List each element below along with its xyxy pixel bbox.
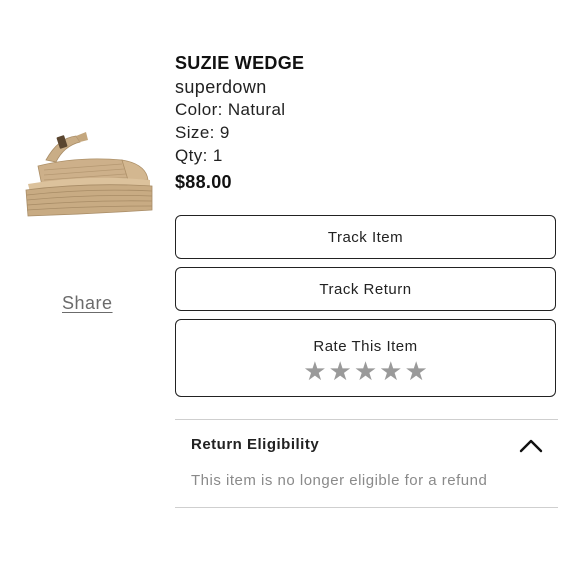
product-qty: Qty: 1 bbox=[175, 146, 223, 165]
star-rating: ★ ★ ★ ★ ★ bbox=[176, 357, 555, 385]
wedge-sandal-image bbox=[25, 132, 153, 217]
star-icon-3[interactable]: ★ bbox=[354, 357, 377, 385]
order-item-page: Share SUZIE WEDGE superdown Color: Natur… bbox=[0, 0, 580, 580]
return-eligibility-title[interactable]: Return Eligibility bbox=[191, 436, 319, 453]
star-icon-4[interactable]: ★ bbox=[379, 357, 402, 385]
star-icon-2[interactable]: ★ bbox=[329, 357, 352, 385]
track-item-button[interactable]: Track Item bbox=[175, 215, 556, 259]
section-divider bbox=[175, 507, 558, 508]
return-eligibility-message: This item is no longer eligible for a re… bbox=[191, 472, 488, 489]
product-color: Color: Natural bbox=[175, 100, 286, 119]
chevron-up-icon[interactable] bbox=[518, 436, 544, 456]
product-info: SUZIE WEDGE superdown Color: Natural Siz… bbox=[175, 52, 560, 193]
section-divider bbox=[175, 419, 558, 420]
star-icon-1[interactable]: ★ bbox=[303, 357, 326, 385]
rate-item-label: Rate This Item bbox=[313, 338, 418, 355]
share-link[interactable]: Share bbox=[62, 293, 113, 314]
product-size: Size: 9 bbox=[175, 123, 230, 142]
product-name[interactable]: SUZIE WEDGE bbox=[175, 52, 560, 74]
rate-item-box: Rate This Item ★ ★ ★ ★ ★ bbox=[175, 319, 556, 397]
track-return-button[interactable]: Track Return bbox=[175, 267, 556, 311]
product-brand: superdown bbox=[175, 77, 267, 97]
product-price: $88.00 bbox=[175, 172, 232, 192]
star-icon-5[interactable]: ★ bbox=[404, 357, 427, 385]
product-image[interactable] bbox=[18, 118, 158, 228]
